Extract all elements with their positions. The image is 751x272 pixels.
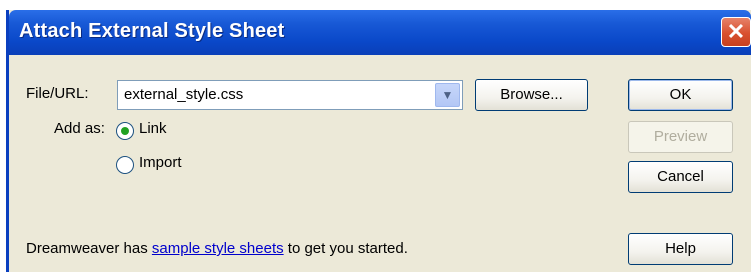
close-button[interactable]: ✕ xyxy=(721,17,751,47)
browse-button-label: Browse... xyxy=(500,86,563,103)
close-icon: ✕ xyxy=(726,19,746,44)
add-as-label: Add as: xyxy=(54,120,105,137)
title-bar[interactable]: Attach External Style Sheet ✕ xyxy=(9,10,751,55)
radio-link-label[interactable]: Link xyxy=(139,120,167,137)
radio-selected-dot xyxy=(121,127,129,135)
cancel-button[interactable]: Cancel xyxy=(628,161,733,193)
file-url-label: File/URL: xyxy=(26,85,89,102)
help-button-label: Help xyxy=(665,240,696,257)
footer-suffix: to get you started. xyxy=(283,240,408,257)
preview-button-label: Preview xyxy=(653,128,708,145)
preview-button[interactable]: Preview xyxy=(628,121,733,153)
help-button[interactable]: Help xyxy=(628,233,733,265)
radio-import[interactable] xyxy=(116,156,134,174)
ok-button[interactable]: OK xyxy=(628,79,733,111)
chevron-down-icon[interactable]: ▼ xyxy=(435,83,460,107)
sample-style-sheets-link[interactable]: sample style sheets xyxy=(152,240,284,257)
radio-import-label[interactable]: Import xyxy=(139,154,182,171)
radio-link[interactable] xyxy=(116,122,134,140)
ok-button-label: OK xyxy=(669,86,692,103)
footer-text: Dreamweaver has sample style sheets to g… xyxy=(26,240,408,257)
footer-prefix: Dreamweaver has xyxy=(26,240,152,257)
dialog-title: Attach External Style Sheet xyxy=(19,20,285,42)
file-url-value[interactable]: external_style.css xyxy=(124,86,243,103)
file-url-combobox[interactable]: external_style.css ▼ xyxy=(117,80,463,110)
browse-button[interactable]: Browse... xyxy=(475,79,588,111)
cancel-button-label: Cancel xyxy=(657,168,704,185)
